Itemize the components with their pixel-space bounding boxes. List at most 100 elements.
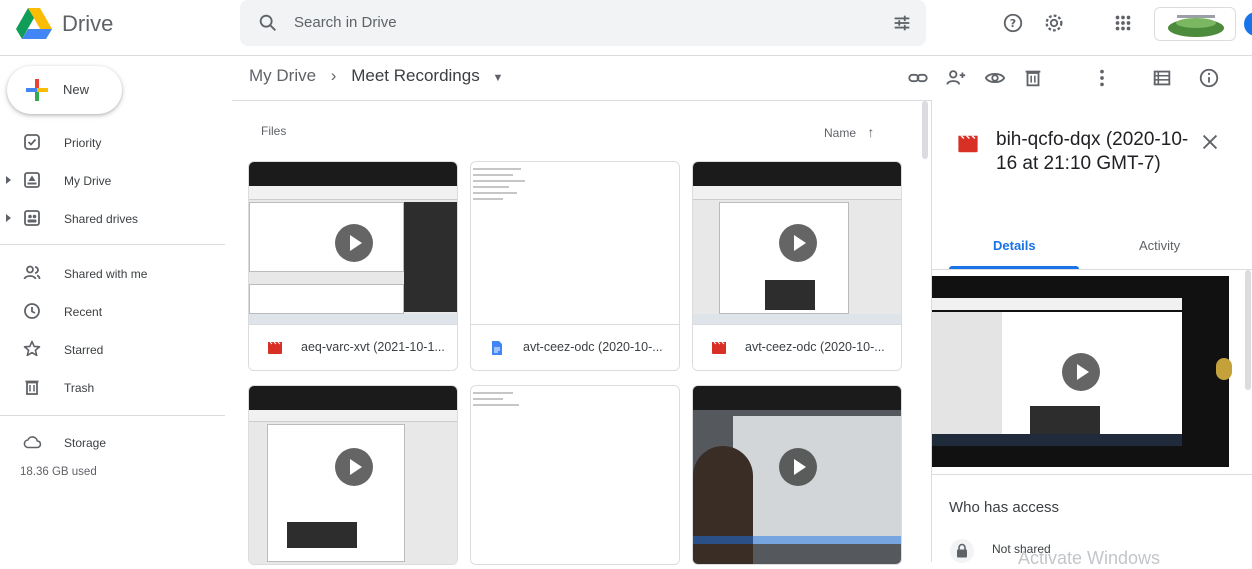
doc-file-icon [492,341,502,355]
breadcrumb-separator-icon: › [330,66,337,85]
help-icon[interactable]: ? [1001,11,1025,35]
video-thumbnail [693,162,901,324]
details-panel: bih-qcfo-dqx (2020-10-16 at 21:10 GMT-7)… [931,100,1252,563]
document-thumbnail [471,386,679,564]
file-tile-footer: avt-ceez-odc (2020-10-... [693,324,901,370]
sidebar-item-shared-with-me[interactable]: Shared with me [0,258,225,290]
tab-activity[interactable]: Activity [1139,238,1180,253]
svg-text:?: ? [1010,17,1016,30]
sidebar-item-trash[interactable]: Trash [0,372,225,404]
file-tile[interactable]: aeq-varc-xvt (2021-10-1... [248,161,458,371]
preview-eye-icon[interactable] [983,66,1007,90]
file-tile[interactable]: avt-ceez-odc (2020-10-... [470,161,680,371]
sidebar-item-label: Shared drives [64,212,139,226]
top-bar: Drive Search in Drive ? [0,0,1252,56]
file-tile[interactable]: avt-ceez-odc (2020-10-... [692,161,902,371]
arrow-up-icon[interactable]: ↑ [867,124,874,140]
sort-label: Name [824,126,857,140]
sidebar-item-label: Recent [64,305,103,319]
breadcrumb-root[interactable]: My Drive [249,66,316,86]
chevron-down-icon[interactable]: ▼ [492,72,503,84]
sidebar-divider [0,244,225,245]
tab-details[interactable]: Details [993,238,1036,253]
video-file-icon [712,341,726,354]
shared-drives-icon [24,210,40,226]
files-section-label: Files [261,124,287,138]
video-file-icon [268,341,282,354]
sidebar-divider [0,415,225,416]
file-name: avt-ceez-odc (2020-10-... [523,340,663,354]
file-tile-footer: avt-ceez-odc (2020-10-... [471,324,679,370]
file-tile[interactable] [470,385,680,565]
close-icon[interactable] [1198,130,1222,154]
sidebar-item-recent[interactable]: Recent [0,296,225,328]
lock-icon [950,539,974,563]
details-panel-title: bih-qcfo-dqx (2020-10-16 at 21:10 GMT-7) [996,129,1189,174]
sidebar-item-priority[interactable]: Priority [0,127,225,159]
play-icon[interactable] [1062,353,1100,391]
shared-with-me-icon [23,265,41,280]
play-icon[interactable] [779,224,817,262]
list-view-icon[interactable] [1150,66,1174,90]
new-button-label: New [63,82,90,97]
video-thumbnail [693,386,901,564]
file-tile-footer: aeq-varc-xvt (2021-10-1... [249,324,457,370]
video-thumbnail [249,162,457,324]
breadcrumb-current[interactable]: Meet Recordings [351,66,480,86]
file-name: aeq-varc-xvt (2021-10-1... [301,340,445,354]
search-options-icon[interactable] [890,11,914,35]
breadcrumb: My Drive › Meet Recordings ▼ [249,66,503,86]
sidebar-item-label: Starred [64,343,104,357]
sidebar-item-storage[interactable]: Storage [0,427,225,459]
clock-icon [24,303,40,319]
sidebar-item-label: Trash [64,381,95,395]
panel-divider [932,474,1252,475]
sidebar-item-label: Storage [64,436,107,450]
expand-caret-icon[interactable] [6,176,11,184]
apps-grid-icon[interactable] [1111,11,1135,35]
sidebar-item-my-drive[interactable]: My Drive [0,165,225,197]
trash-icon [25,380,39,395]
tab-divider [932,269,1252,270]
trash-icon[interactable] [1021,66,1045,90]
sidebar-item-starred[interactable]: Starred [0,334,225,366]
add-person-icon[interactable] [944,66,968,90]
new-button[interactable]: New [7,66,122,114]
account-avatar[interactable] [1244,12,1252,36]
play-icon[interactable] [335,448,373,486]
expand-caret-icon[interactable] [6,214,11,222]
organization-logo[interactable] [1154,7,1236,41]
activate-windows-watermark: Activate Windows [1018,548,1161,568]
cloud-icon [23,436,42,449]
storage-used-text: 18.36 GB used [20,466,97,478]
drive-logo-icon[interactable] [16,8,52,40]
video-file-icon [958,135,978,153]
sidebar-item-label: Shared with me [64,267,148,281]
video-thumbnail [249,386,457,564]
link-icon[interactable] [906,66,930,90]
document-thumbnail [471,162,679,324]
info-icon[interactable] [1197,66,1221,90]
sort-by-name-button[interactable]: Name ↑ [824,124,874,140]
priority-icon [24,134,40,150]
files-scrollbar[interactable] [922,101,928,159]
play-icon[interactable] [779,448,817,486]
who-has-access-heading: Who has access [949,499,1060,516]
play-icon[interactable] [335,224,373,262]
settings-icon[interactable] [1042,11,1066,35]
sidebar-item-label: My Drive [64,174,112,188]
panel-scrollbar[interactable] [1245,270,1251,390]
plus-icon [26,79,48,101]
app-title[interactable]: Drive [62,11,113,37]
file-tile[interactable] [692,385,902,565]
star-icon [23,340,41,357]
search-icon[interactable] [256,11,280,35]
sidebar-item-shared-drives[interactable]: Shared drives [0,203,225,235]
search-input[interactable]: Search in Drive [294,14,397,31]
file-tile[interactable] [248,385,458,565]
search-bar[interactable]: Search in Drive [240,0,926,46]
my-drive-icon [24,172,40,188]
more-vert-icon[interactable] [1090,66,1114,90]
sidebar-item-label: Priority [64,136,102,150]
preview-thumbnail[interactable] [932,276,1232,467]
